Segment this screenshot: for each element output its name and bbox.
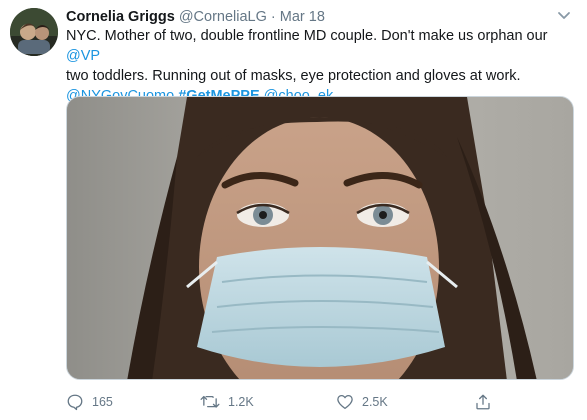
avatar[interactable]	[10, 8, 58, 56]
author-name[interactable]: Cornelia Griggs	[66, 9, 175, 25]
retweet-action[interactable]: 1.2K	[200, 390, 254, 414]
share-icon	[476, 394, 490, 410]
retweet-count: 1.2K	[228, 395, 254, 409]
mention-vp[interactable]: @VP	[66, 48, 100, 64]
reply-action[interactable]: 165	[66, 390, 113, 414]
tweet-date[interactable]: Mar 18	[280, 9, 325, 25]
heart-icon	[337, 394, 353, 410]
like-action[interactable]: 2.5K	[336, 390, 388, 414]
share-action[interactable]	[474, 390, 492, 414]
tweet-header: Cornelia Griggs @CorneliaLG · Mar 18	[66, 8, 325, 26]
like-count: 2.5K	[362, 395, 388, 409]
tweet-text-line2: two toddlers. Running out of masks, eye …	[66, 68, 521, 84]
tweet-photo[interactable]	[66, 96, 574, 380]
tweet-text: NYC. Mother of two, double frontline MD …	[66, 26, 578, 106]
tweet-actions: 165 1.2K 2.5K	[66, 390, 536, 414]
photo-masked-woman	[67, 97, 573, 379]
separator-dot: ·	[270, 9, 276, 25]
tweet-text-line1: NYC. Mother of two, double frontline MD …	[66, 28, 548, 44]
reply-count: 165	[92, 395, 113, 409]
retweet-icon	[200, 395, 220, 408]
reply-icon	[67, 394, 83, 411]
author-handle[interactable]: @CorneliaLG	[179, 9, 267, 25]
avatar-image	[10, 8, 58, 56]
more-options-icon[interactable]	[553, 8, 575, 24]
